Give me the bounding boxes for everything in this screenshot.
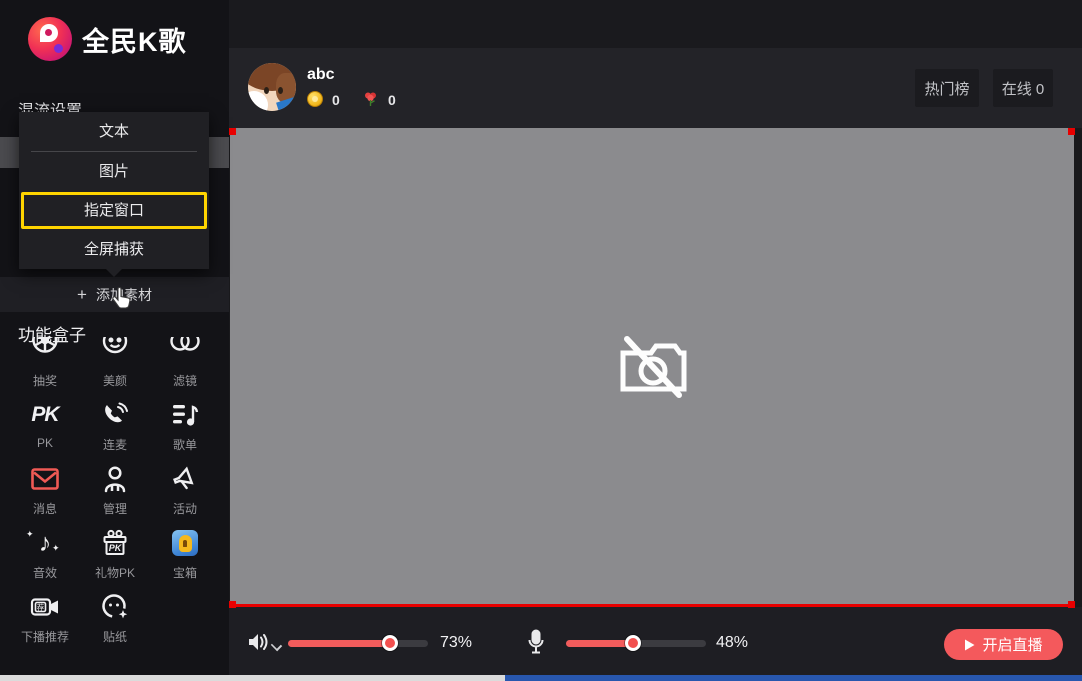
background-window-edge-blue [505,675,1082,681]
coin-count: 0 [332,92,340,108]
hand-cursor-icon [111,287,131,311]
fn-item-beauty[interactable]: 美颜 [80,337,150,389]
phone-mic-link-icon [98,401,132,429]
selection-border-bottom [230,604,1074,607]
pk-icon-text: PK [31,403,58,427]
fn-item-label: 活动 [173,500,197,517]
app-logo-text: 全民K歌 [82,20,187,59]
menu-item-specified-window[interactable]: 指定窗口 [19,191,209,230]
gift-pk-icon-text: PK [109,543,123,553]
pk-icon: PK [28,401,62,429]
fn-item-label: 滤镜 [173,372,197,389]
online-count-button[interactable]: 在线 0 [993,69,1053,107]
mic-volume-slider[interactable] [566,640,706,647]
beauty-face-icon [98,337,132,365]
recommend-icon-text: 荐 [37,602,45,612]
menu-item-image[interactable]: 图片 [19,152,209,191]
play-icon [964,639,975,651]
manage-person-icon [98,465,132,493]
fn-item-pk[interactable]: PK PK [10,401,80,453]
message-envelope-icon [28,465,62,493]
treasure-box-icon [168,529,202,557]
camera-off-icon [613,331,691,403]
user-avatar[interactable] [248,63,296,111]
filter-lenses-icon [168,337,202,365]
app-logo: 全民K歌 [28,17,187,61]
fn-item-message[interactable]: 消息 [10,465,80,517]
add-material-context-menu: 文本 图片 指定窗口 全屏捕获 [19,112,209,269]
menu-caret-down [105,268,123,277]
start-live-label: 开启直播 [982,634,1042,655]
fn-item-playlist[interactable]: 歌单 [150,401,220,453]
sound-effect-note-icon: ♪ ✦ ✦ [28,529,62,557]
background-window-edge-light [0,675,505,681]
fn-item-label: 抽奖 [33,372,57,389]
fn-item-label: 宝箱 [173,564,197,581]
background-window-edge [0,675,1082,681]
selection-handle[interactable] [1068,601,1075,608]
sticker-smiley-icon [98,593,132,621]
sparkle-glyph: ✦ [26,529,34,540]
note-glyph: ♪ [39,531,52,556]
menu-item-specified-window-label: 指定窗口 [84,202,144,219]
fn-item-label: 连麦 [103,436,127,453]
selection-handle[interactable] [1068,128,1075,135]
menu-item-fullscreen-capture[interactable]: 全屏捕获 [19,230,209,269]
speaker-volume-knob[interactable] [382,635,398,651]
coin-icon [307,91,323,107]
selection-handle[interactable] [229,601,236,608]
fn-item-gift-pk[interactable]: PK 礼物PK [80,529,150,581]
speaker-icon[interactable] [247,632,269,652]
hot-rank-button[interactable]: 热门榜 [915,69,979,107]
playlist-icon [168,401,202,429]
live-preview-stage[interactable] [230,128,1074,606]
fn-item-label: 美颜 [103,372,127,389]
fn-item-label: 消息 [33,500,57,517]
sparkle-glyph: ✦ [52,543,60,554]
fn-item-label: PK [37,436,53,450]
mic-volume-value: 48% [716,634,748,652]
fn-item-label: 歌单 [173,436,197,453]
gift-pk-icon: PK [98,529,132,557]
microphone-icon[interactable] [528,629,544,655]
username: abc [307,66,335,84]
rose-icon [363,91,378,107]
fn-item-mic-link[interactable]: 连麦 [80,401,150,453]
titlebar: ⚙ × [229,0,1082,48]
fn-item-sticker[interactable]: 贴纸 [80,593,150,645]
fn-item-label: 音效 [33,564,57,581]
avatar-eyes [264,87,269,94]
fn-item-label: 管理 [103,500,127,517]
speaker-volume-fill [288,640,390,647]
end-stream-recommend-icon: 荐 [28,593,62,621]
speaker-volume-value: 73% [440,634,472,652]
fn-item-label: 贴纸 [103,628,127,645]
fn-item-activity[interactable]: 活动 [150,465,220,517]
activity-megaphone-icon [168,465,202,493]
mic-volume-fill [566,640,633,647]
fn-item-label: 下播推荐 [21,628,69,645]
fn-item-end-recommend[interactable]: 荐 下播推荐 [10,593,80,645]
fn-item-sound-effect[interactable]: ♪ ✦ ✦ 音效 [10,529,80,581]
plus-icon: + [77,285,87,305]
selection-handle[interactable] [229,128,236,135]
fn-item-label: 礼物PK [95,564,135,581]
rose-count: 0 [388,92,396,108]
menu-item-text[interactable]: 文本 [19,112,209,151]
start-live-button[interactable]: 开启直播 [944,629,1063,660]
fn-item-manage[interactable]: 管理 [80,465,150,517]
avatar-collar [248,91,268,111]
app-logo-icon [28,17,72,61]
speaker-volume-slider[interactable] [288,640,428,647]
fn-item-treasure[interactable]: 宝箱 [150,529,220,581]
function-box-title: 功能盒子 [18,321,86,346]
gold-lock-icon [179,535,192,552]
mic-volume-knob[interactable] [625,635,641,651]
fn-item-filter[interactable]: 滤镜 [150,337,220,389]
function-box-grid: 抽奖 美颜 滤镜 PK PK [10,337,220,645]
